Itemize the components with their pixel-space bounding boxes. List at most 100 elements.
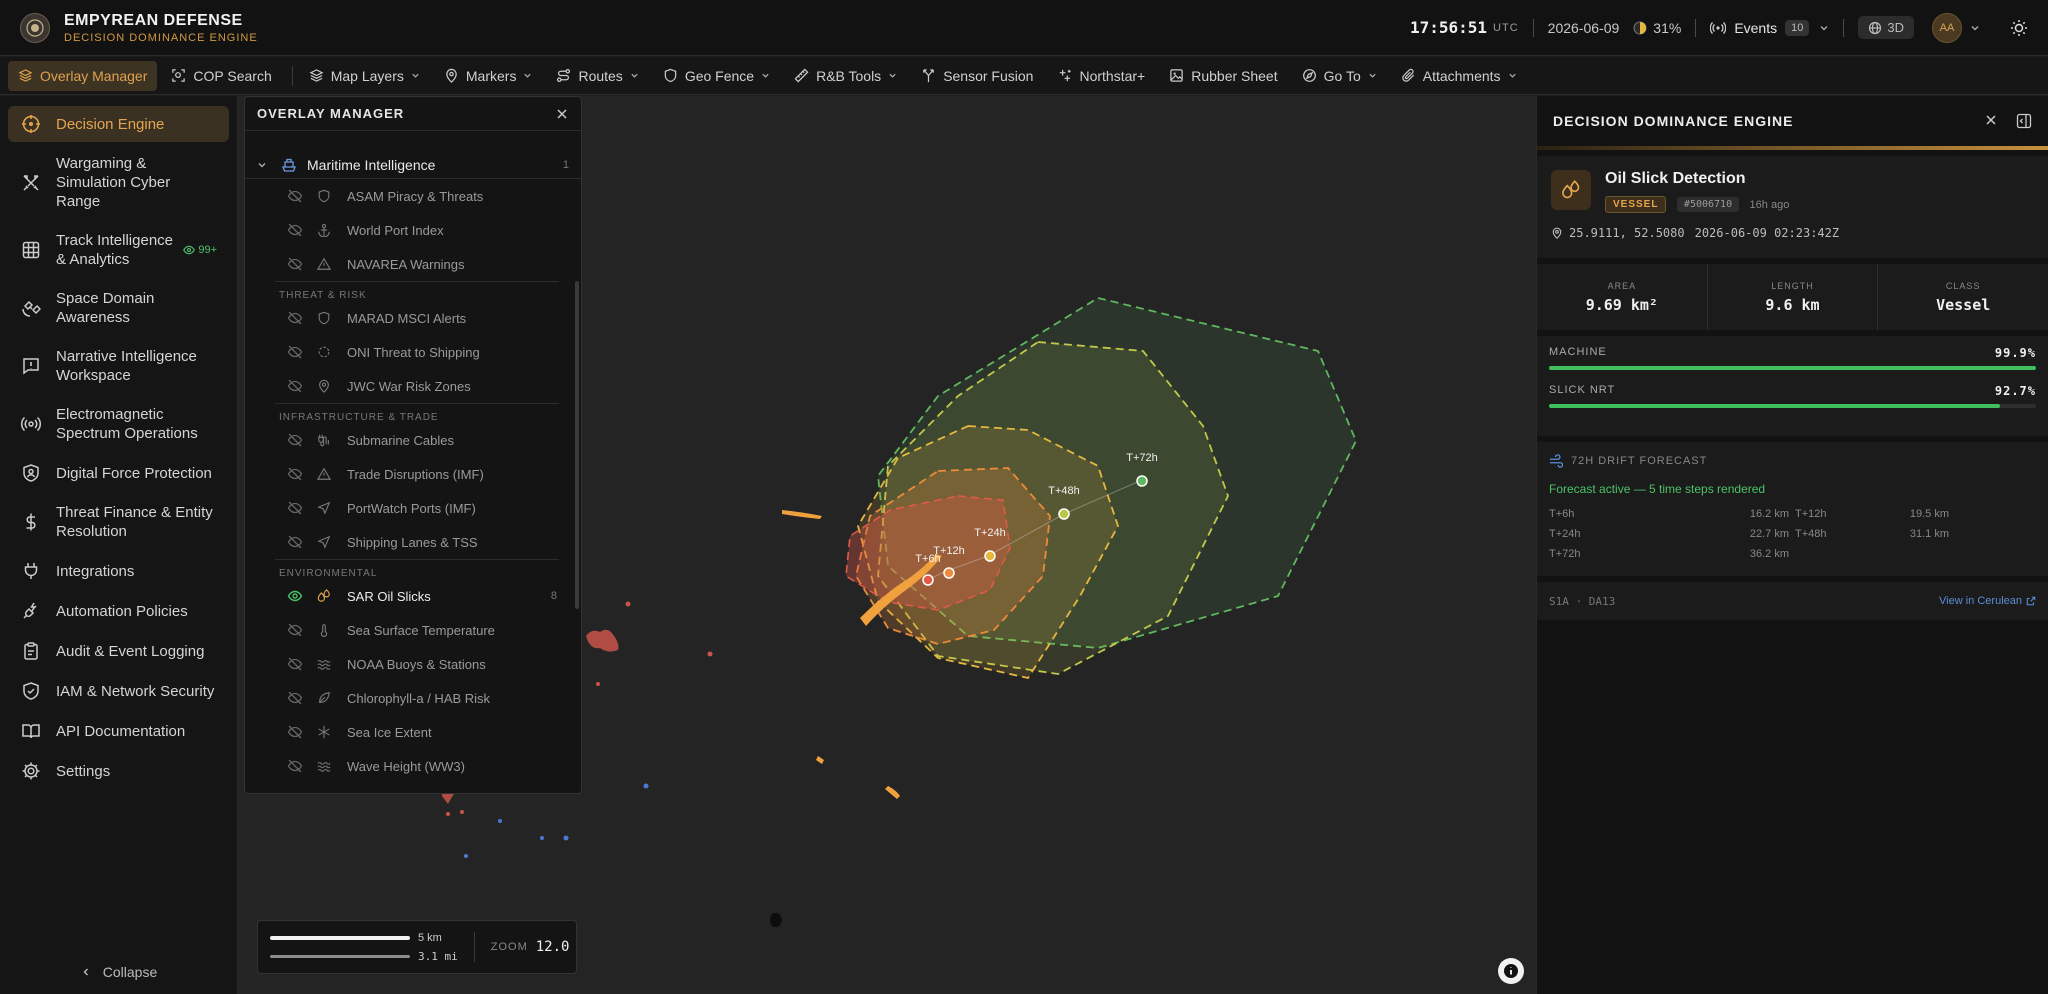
overlay-row-sea-ice[interactable]: Sea Ice Extent [245, 715, 581, 749]
waves-icon [317, 657, 333, 671]
toolbar-markers[interactable]: Markers [434, 61, 543, 91]
divider [1695, 18, 1697, 37]
sidebar-item-wargaming[interactable]: Wargaming & Simulation Cyber Range [8, 146, 229, 219]
eye-off-icon[interactable] [287, 222, 303, 238]
events-button[interactable]: Events 10 [1710, 19, 1829, 36]
overlay-row-submarine-cables[interactable]: Submarine Cables [245, 423, 581, 457]
toolbar-map-layers[interactable]: Map Layers [299, 61, 430, 91]
eye-off-icon[interactable] [287, 466, 303, 482]
book-icon [20, 721, 42, 741]
detection-card[interactable]: Oil Slick Detection VESSEL #5006710 16h … [1537, 156, 2048, 258]
overlay-scrollbar[interactable] [575, 281, 579, 609]
toolbar-rubber-sheet[interactable]: Rubber Sheet [1159, 61, 1287, 91]
overlay-row-sar-oil-slicks[interactable]: SAR Oil Slicks 8 [245, 579, 581, 613]
forecast-step: T+12h [1795, 508, 1827, 520]
sidebar-item-track-intelligence[interactable]: Track Intelligence & Analytics 99+ [8, 223, 229, 277]
overlay-row-portwatch[interactable]: PortWatch Ports (IMF) [245, 491, 581, 525]
sidebar-item-label: Narrative Intelligence Workspace [56, 348, 197, 384]
map-info-button[interactable] [1498, 958, 1524, 984]
seal-logo-icon [20, 12, 50, 43]
overlay-row-world-port-index[interactable]: World Port Index [245, 213, 581, 247]
overlay-row-noaa-buoys[interactable]: NOAA Buoys & Stations [245, 647, 581, 681]
eye-off-icon[interactable] [287, 534, 303, 550]
sidebar-item-integrations[interactable]: Integrations [8, 553, 229, 589]
toolbar-rb-tools[interactable]: R&B Tools [784, 61, 907, 91]
view-mode-3d-button[interactable]: 3D [1858, 16, 1914, 39]
sidebar-item-threat-finance[interactable]: Threat Finance & Entity Resolution [8, 495, 229, 549]
sidebar-item-narrative-intelligence[interactable]: Narrative Intelligence Workspace [8, 339, 229, 393]
sidebar-item-settings[interactable]: Settings [8, 753, 229, 789]
chevron-down-icon [631, 73, 638, 78]
brand[interactable]: EMPYREAN DEFENSE DECISION DOMINANCE ENGI… [0, 12, 520, 44]
close-icon[interactable] [555, 107, 569, 121]
sidebar-item-audit-logging[interactable]: Audit & Event Logging [8, 633, 229, 669]
overlay-row-navarea[interactable]: NAVAREA Warnings [245, 247, 581, 281]
eye-off-icon[interactable] [287, 188, 303, 204]
map-pin-icon [1552, 227, 1562, 239]
sidebar-item-automation-policies[interactable]: Automation Policies [8, 593, 229, 629]
toolbar-cop-search[interactable]: COP Search [161, 61, 281, 91]
toolbar-label: Go To [1323, 67, 1361, 84]
overlay-group-maritime[interactable]: Maritime Intelligence 1 [245, 151, 581, 179]
theme-sun-icon[interactable] [2010, 19, 2028, 37]
eye-off-icon[interactable] [287, 500, 303, 516]
forecast-distance: 36.2 km [1749, 548, 1789, 560]
overlay-row-chlorophyll[interactable]: Chlorophyll-a / HAB Risk [245, 681, 581, 715]
info-icon [1504, 964, 1518, 978]
user-avatar[interactable]: AA [1932, 12, 1962, 43]
eye-off-icon[interactable] [287, 656, 303, 672]
chevron-down-icon[interactable] [1970, 23, 1980, 33]
overlay-row-oni[interactable]: ONI Threat to Shipping [245, 335, 581, 369]
shield-user-icon [20, 463, 42, 483]
sidebar-item-space-domain[interactable]: Space Domain Awareness [8, 281, 229, 335]
forecast-distance: 22.7 km [1749, 528, 1789, 540]
eye-off-icon[interactable] [287, 344, 303, 360]
toolbar-geo-fence[interactable]: Geo Fence [653, 61, 780, 91]
forecast-step: T+48h [1795, 528, 1827, 540]
eye-off-icon[interactable] [287, 432, 303, 448]
sidebar-item-api-docs[interactable]: API Documentation [8, 713, 229, 749]
sidebar-item-decision-engine[interactable]: Decision Engine [8, 106, 229, 142]
badge-text: 99+ [198, 243, 217, 256]
eye-off-icon[interactable] [287, 724, 303, 740]
toolbar-label: COP Search [193, 67, 272, 84]
eye-off-icon[interactable] [287, 690, 303, 706]
toolbar-sensor-fusion[interactable]: Sensor Fusion [911, 61, 1043, 91]
overlay-label: Trade Disruptions (IMF) [347, 466, 484, 482]
overlay-row-trade-disruptions[interactable]: Trade Disruptions (IMF) [245, 457, 581, 491]
toolbar-label: Attachments [1422, 67, 1501, 84]
overlay-row-asam[interactable]: ASAM Piracy & Threats [245, 179, 581, 213]
sidebar-item-digital-force[interactable]: Digital Force Protection [8, 455, 229, 491]
sidebar-item-iam-security[interactable]: IAM & Network Security [8, 673, 229, 709]
overlay-row-marad[interactable]: MARAD MSCI Alerts [245, 301, 581, 335]
view-in-cerulean-link[interactable]: View in Cerulean [1939, 595, 2036, 607]
toolbar-northstar[interactable]: Northstar+ [1047, 61, 1155, 91]
collapse-sidebar-button[interactable]: Collapse [0, 964, 238, 980]
overlay-row-shipping-lanes[interactable]: Shipping Lanes & TSS [245, 525, 581, 559]
eye-off-icon[interactable] [287, 378, 303, 394]
sidebar-item-label: Electromagnetic Spectrum Operations [56, 406, 198, 442]
overlay-manager-title: OVERLAY MANAGER [257, 106, 405, 121]
eye-off-icon[interactable] [287, 758, 303, 774]
eye-off-icon[interactable] [287, 256, 303, 272]
eye-off-icon[interactable] [287, 310, 303, 326]
panel-collapse-icon[interactable] [2016, 113, 2032, 129]
eye-icon [183, 245, 196, 255]
overlay-row-jwc[interactable]: JWC War Risk Zones [245, 369, 581, 403]
waves-icon [317, 759, 333, 773]
confidence-fill [1549, 366, 2036, 370]
toolbar-routes[interactable]: Routes [546, 61, 648, 91]
eye-icon[interactable] [287, 588, 303, 604]
toolbar-overlay-manager[interactable]: Overlay Manager [8, 60, 158, 91]
toolbar-attachments[interactable]: Attachments [1391, 61, 1527, 91]
navigation-icon [317, 535, 333, 549]
stat-label: LENGTH [1771, 280, 1814, 291]
close-icon[interactable] [1984, 113, 1998, 127]
overlay-row-wave-height[interactable]: Wave Height (WW3) [245, 749, 581, 783]
sidebar-item-electromagnetic[interactable]: Electromagnetic Spectrum Operations [8, 397, 229, 451]
moon-illumination: 31% [1653, 19, 1682, 36]
eye-off-icon[interactable] [287, 622, 303, 638]
toolbar-go-to[interactable]: Go To [1292, 61, 1387, 91]
overlay-row-sea-surface-temperature[interactable]: Sea Surface Temperature [245, 613, 581, 647]
stat-value: Vessel [1936, 295, 1991, 314]
